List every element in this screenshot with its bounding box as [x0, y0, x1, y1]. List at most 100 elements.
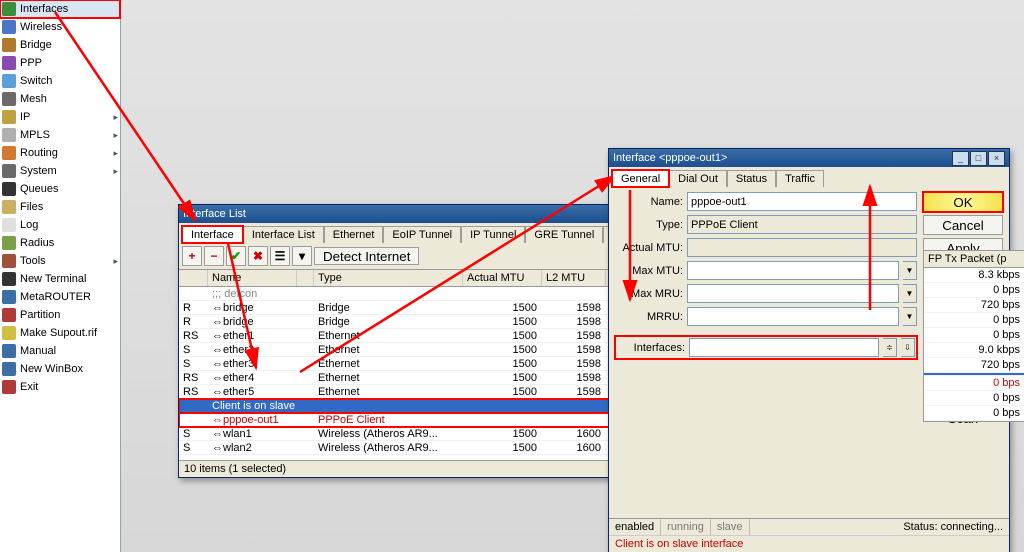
menu-icon — [2, 146, 16, 160]
dlg-tab-dial-out[interactable]: Dial Out — [669, 170, 727, 187]
sidebar-item-label: Mesh — [20, 93, 47, 105]
traffic-cell: 9.0 kbps — [924, 343, 1024, 358]
pppoe-dialog-titlebar[interactable]: Interface <pppoe-out1> _ □ × — [609, 149, 1009, 167]
minimize-button[interactable]: _ — [952, 151, 969, 166]
enable-button[interactable]: ✔ — [226, 246, 246, 266]
chevron-right-icon: ▸ — [113, 166, 118, 177]
sidebar-item-label: New Terminal — [20, 273, 86, 285]
max-mru-field[interactable] — [687, 284, 899, 303]
sidebar-item-label: Manual — [20, 345, 56, 357]
sidebar-item-tools[interactable]: Tools▸ — [0, 252, 120, 270]
sidebar-item-metarouter[interactable]: MetaROUTER — [0, 288, 120, 306]
tab-ip-tunnel[interactable]: IP Tunnel — [461, 226, 525, 243]
sidebar-item-label: Wireless — [20, 21, 62, 33]
sidebar-item-label: PPP — [20, 57, 42, 69]
sidebar-item-switch[interactable]: Switch — [0, 72, 120, 90]
dlg-tab-status[interactable]: Status — [727, 170, 776, 187]
tab-eoip-tunnel[interactable]: EoIP Tunnel — [383, 226, 461, 243]
sidebar-item-label: Bridge — [20, 39, 52, 51]
sidebar-item-new-winbox[interactable]: New WinBox — [0, 360, 120, 378]
traffic-cell: 0 bps — [924, 313, 1024, 328]
pppoe-dialog-title: Interface <pppoe-out1> — [613, 152, 727, 164]
tab-interface[interactable]: Interface — [182, 226, 243, 243]
tab-interface-list[interactable]: Interface List — [243, 226, 324, 243]
remove-button[interactable]: − — [204, 246, 224, 266]
pppoe-dialog-tabs: GeneralDial OutStatusTraffic — [609, 167, 1009, 186]
sidebar-item-label: System — [20, 165, 57, 177]
status-running: running — [661, 519, 711, 535]
sidebar-item-exit[interactable]: Exit — [0, 378, 120, 396]
sidebar-item-radius[interactable]: Radius — [0, 234, 120, 252]
actual-mtu-label: Actual MTU: — [615, 242, 683, 254]
sidebar-item-label: MPLS — [20, 129, 50, 141]
menu-icon — [2, 182, 16, 196]
sidebar-item-ip[interactable]: IP ▸ — [0, 108, 120, 126]
tab-ethernet[interactable]: Ethernet — [324, 226, 384, 243]
close-button[interactable]: × — [988, 151, 1005, 166]
interfaces-label: Interfaces: — [617, 342, 685, 354]
chevron-right-icon: ▸ — [113, 112, 118, 123]
menu-icon — [2, 236, 16, 250]
sidebar-item-ppp[interactable]: PPP — [0, 54, 120, 72]
maximize-button[interactable]: □ — [970, 151, 987, 166]
sidebar-item-partition[interactable]: Partition — [0, 306, 120, 324]
sidebar-item-label: Radius — [20, 237, 54, 249]
sidebar-item-make-supout-rif[interactable]: Make Supout.rif — [0, 324, 120, 342]
interfaces-expand[interactable]: ⇩ — [901, 338, 915, 357]
sidebar-item-new-terminal[interactable]: New Terminal — [0, 270, 120, 288]
type-label: Type: — [615, 219, 683, 231]
chevron-right-icon: ▸ — [113, 130, 118, 141]
comment-button[interactable]: ☰ — [270, 246, 290, 266]
name-field[interactable]: pppoe-out1 — [687, 192, 917, 211]
max-mtu-dropdown[interactable]: ▼ — [903, 261, 917, 280]
sidebar-item-wireless[interactable]: Wireless — [0, 18, 120, 36]
menu-icon — [2, 254, 16, 268]
max-mru-dropdown[interactable]: ▼ — [903, 284, 917, 303]
sidebar-item-bridge[interactable]: Bridge — [0, 36, 120, 54]
detect-internet-button[interactable]: Detect Internet — [314, 247, 419, 265]
filter-button[interactable]: ▾ — [292, 246, 312, 266]
sidebar-item-interfaces[interactable]: Interfaces — [0, 0, 120, 18]
sidebar-item-label: IP — [20, 111, 30, 123]
menu-icon — [2, 272, 16, 286]
ok-button[interactable]: OK — [923, 192, 1003, 212]
mrru-dropdown[interactable]: ▼ — [903, 307, 917, 326]
cancel-button[interactable]: Cancel — [923, 215, 1003, 235]
max-mru-label: Max MRU: — [615, 288, 683, 300]
sidebar-item-log[interactable]: Log — [0, 216, 120, 234]
column-header[interactable]: Type — [314, 270, 463, 286]
interfaces-dropdown[interactable]: ≑ — [883, 338, 897, 357]
column-header[interactable]: L2 MTU — [542, 270, 606, 286]
column-header[interactable]: Actual MTU — [463, 270, 542, 286]
slave-warning: Client is on slave interface — [609, 535, 1009, 552]
sidebar-item-system[interactable]: System ▸ — [0, 162, 120, 180]
sidebar-item-mpls[interactable]: MPLS ▸ — [0, 126, 120, 144]
add-button[interactable]: + — [182, 246, 202, 266]
menu-icon — [2, 2, 16, 16]
column-header[interactable]: Name — [208, 270, 297, 286]
dlg-tab-traffic[interactable]: Traffic — [776, 170, 824, 187]
interfaces-field[interactable]: bridge-iptv — [689, 338, 879, 357]
sidebar-item-label: New WinBox — [20, 363, 83, 375]
menu-icon — [2, 74, 16, 88]
column-header[interactable] — [297, 270, 314, 286]
menu-icon — [2, 380, 16, 394]
menu-icon — [2, 20, 16, 34]
menu-icon — [2, 362, 16, 376]
sidebar-item-mesh[interactable]: Mesh — [0, 90, 120, 108]
menu-icon — [2, 38, 16, 52]
sidebar-item-queues[interactable]: Queues — [0, 180, 120, 198]
chevron-right-icon: ▸ — [113, 148, 118, 159]
sidebar-item-manual[interactable]: Manual — [0, 342, 120, 360]
sidebar-item-routing[interactable]: Routing ▸ — [0, 144, 120, 162]
max-mtu-field[interactable] — [687, 261, 899, 280]
disable-button[interactable]: ✖ — [248, 246, 268, 266]
menu-icon — [2, 128, 16, 142]
menu-icon — [2, 164, 16, 178]
tab-gre-tunnel[interactable]: GRE Tunnel — [525, 226, 603, 243]
column-header[interactable] — [179, 270, 208, 286]
sidebar-item-files[interactable]: Files — [0, 198, 120, 216]
dlg-tab-general[interactable]: General — [612, 170, 669, 187]
mrru-field[interactable] — [687, 307, 899, 326]
sidebar-item-label: Routing — [20, 147, 58, 159]
